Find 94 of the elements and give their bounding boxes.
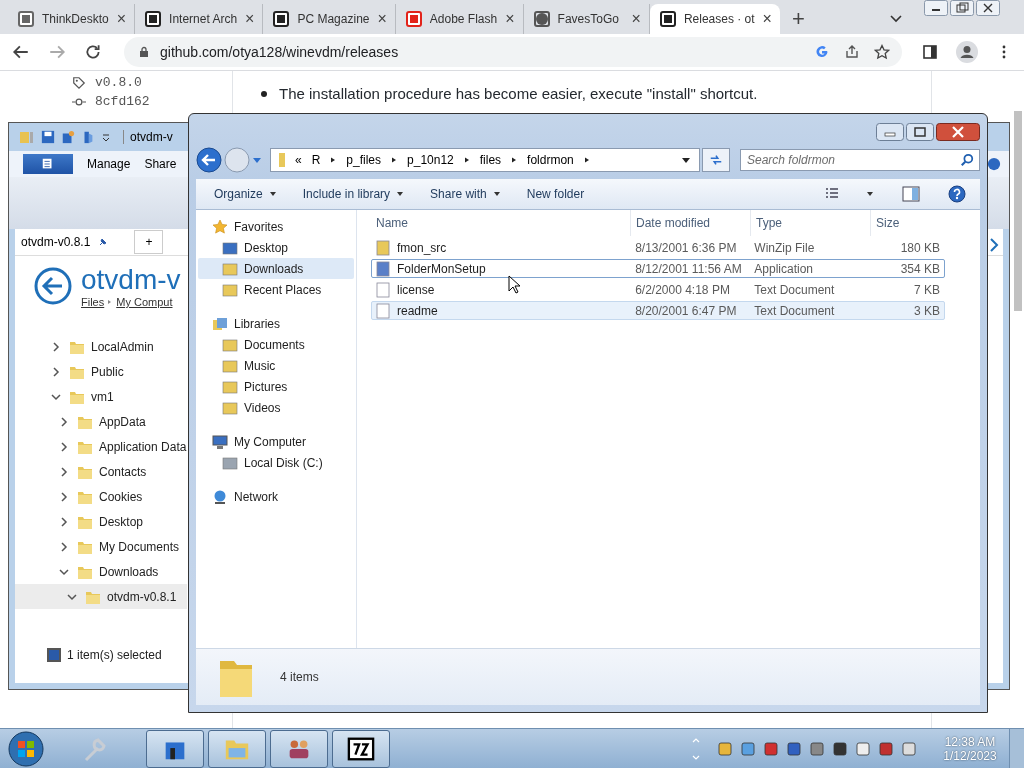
- size-cell-text: 180 KB: [899, 240, 941, 255]
- size-cell-text: 354 KB: [899, 261, 941, 276]
- tab-title: Releases · ot: [683, 12, 755, 26]
- browser-tab[interactable]: Adobe Flash ×: [395, 4, 524, 34]
- folder-heading: otvdm-v: [81, 264, 181, 296]
- column-header[interactable]: Size: [871, 210, 947, 236]
- clock-time: 12:38 AM: [944, 734, 996, 749]
- nav-group[interactable]: Favorites: [198, 216, 356, 237]
- tab-close-button[interactable]: ×: [762, 10, 772, 28]
- date-cell-text: 8/20/2001 6:47 PM: [634, 303, 738, 318]
- column-header[interactable]: Date modified: [631, 210, 751, 236]
- toolbar-button[interactable]: Share with: [430, 187, 501, 201]
- nav-group[interactable]: Network: [198, 486, 356, 507]
- tree-item[interactable]: Cookies: [15, 484, 187, 509]
- path-segment[interactable]: p_files: [346, 153, 382, 167]
- date-cell-text: 8/13/2001 6:36 PM: [634, 240, 738, 255]
- file-name: license: [397, 282, 435, 297]
- ribbon-tab[interactable]: Share: [144, 157, 177, 171]
- path-segment[interactable]: p_10n12: [407, 153, 454, 167]
- tree-item[interactable]: Desktop: [15, 509, 187, 534]
- type-cell-text: Text Document: [753, 282, 836, 297]
- browser-tab[interactable]: PC Magazine ×: [263, 4, 396, 34]
- nav-item[interactable]: Recent Places: [198, 279, 354, 300]
- size-cell-text: 7 KB: [913, 282, 941, 297]
- type-cell-text: Application: [753, 261, 815, 276]
- browser-tab[interactable]: Releases · ot ×: [649, 4, 780, 34]
- nav-group[interactable]: My Computer: [198, 431, 356, 452]
- tree-item[interactable]: Public: [15, 359, 187, 384]
- tab-close-button[interactable]: ×: [505, 10, 515, 28]
- column-header[interactable]: Type: [751, 210, 871, 236]
- type-cell-text: WinZip File: [753, 240, 816, 255]
- browser-tab[interactable]: Internet Arch ×: [135, 4, 264, 34]
- file-row[interactable]: readme 8/20/2001 6:47 PM Text Document 3 KB: [371, 301, 945, 320]
- address-bar[interactable]: « R p_files p_10n12 files foldrmon: [270, 148, 700, 172]
- nav-item[interactable]: Pictures: [198, 376, 354, 397]
- date-cell-text: 8/12/2001 11:56 AM: [634, 261, 743, 276]
- tab-close-button[interactable]: ×: [245, 10, 255, 28]
- tab-title: PC Magazine: [297, 12, 370, 26]
- nav-item[interactable]: Videos: [198, 397, 354, 418]
- size-cell-text: 3 KB: [913, 303, 941, 318]
- tab-close-button[interactable]: ×: [377, 10, 387, 28]
- type-cell-text: Text Document: [753, 303, 836, 318]
- folder-tab[interactable]: otvdm-v0.8.1: [21, 235, 91, 249]
- nav-item[interactable]: Local Disk (C:): [198, 452, 354, 473]
- tab-title: Adobe Flash: [429, 12, 498, 26]
- path-segment[interactable]: files: [479, 153, 502, 167]
- status-text: 1 item(s) selected: [67, 648, 162, 662]
- tab-title: ThinkDeskto: [42, 12, 109, 26]
- clock-date: 1/12/2023: [943, 748, 997, 763]
- file-name: FolderMonSetup: [397, 261, 486, 276]
- path-segment[interactable]: R: [311, 153, 321, 167]
- new-tab-button[interactable]: +: [779, 4, 817, 34]
- tab-title: Internet Arch: [169, 12, 238, 26]
- tree-item[interactable]: LocalAdmin: [15, 334, 187, 359]
- toolbar-button[interactable]: Include in library: [302, 187, 405, 201]
- tab-title: FavesToGo: [557, 12, 620, 26]
- nav-item[interactable]: Desktop: [198, 237, 354, 258]
- window-title: otvdm-v: [123, 130, 173, 144]
- ribbon-tab[interactable]: Manage: [87, 157, 131, 171]
- search-field[interactable]: Search foldrmon: [740, 149, 980, 171]
- item-count: 4 items: [280, 670, 319, 684]
- tab-close-button[interactable]: ×: [116, 10, 127, 28]
- tree-item[interactable]: My Documents: [15, 534, 187, 559]
- nav-item[interactable]: Documents: [198, 334, 354, 355]
- release-note: The installation procedure has become easier, execute "install" shortcut.: [279, 85, 758, 102]
- new-tab-button[interactable]: +: [134, 230, 164, 254]
- tab-close-button[interactable]: ×: [631, 10, 641, 28]
- tree-item[interactable]: Contacts: [15, 459, 187, 484]
- tree-item[interactable]: Application Data: [15, 434, 187, 459]
- file-row[interactable]: fmon_src 8/13/2001 6:36 PM WinZip File 180 KB: [371, 238, 945, 257]
- file-row[interactable]: FolderMonSetup 8/12/2001 11:56 AM Application 354 KB: [371, 259, 945, 278]
- nav-item[interactable]: Music: [198, 355, 354, 376]
- browser-tab[interactable]: FavesToGo ×: [523, 4, 650, 34]
- breadcrumb-link[interactable]: Files: [81, 296, 105, 308]
- path-overflow-button[interactable]: «: [295, 153, 302, 167]
- tree-item[interactable]: Downloads: [15, 559, 187, 584]
- breadcrumb-link[interactable]: My Comput: [116, 296, 173, 308]
- file-row[interactable]: license 6/2/2000 4:18 PM Text Document 7 KB: [371, 280, 945, 299]
- path-segment[interactable]: foldrmon: [527, 153, 574, 167]
- browser-tab[interactable]: ThinkDeskto ×: [8, 4, 136, 34]
- tree-item[interactable]: AppData: [15, 409, 187, 434]
- date-cell-text: 6/2/2000 4:18 PM: [634, 282, 731, 297]
- file-name: fmon_src: [397, 240, 447, 255]
- toolbar-button[interactable]: Organize: [214, 187, 277, 201]
- toolbar-button[interactable]: New folder: [526, 187, 585, 201]
- release-tag[interactable]: v0.8.0: [95, 75, 142, 90]
- nav-item[interactable]: Downloads: [198, 258, 354, 279]
- nav-group[interactable]: Libraries: [198, 313, 356, 334]
- column-header[interactable]: Name: [371, 210, 631, 236]
- tree-item[interactable]: vm1: [15, 384, 187, 409]
- file-name: readme: [397, 303, 438, 318]
- address-field[interactable]: github.com/otya128/winevdm/releases: [124, 37, 902, 67]
- commit-hash[interactable]: 8cfd162: [95, 94, 150, 109]
- tree-item[interactable]: otvdm-v0.8.1: [15, 584, 187, 609]
